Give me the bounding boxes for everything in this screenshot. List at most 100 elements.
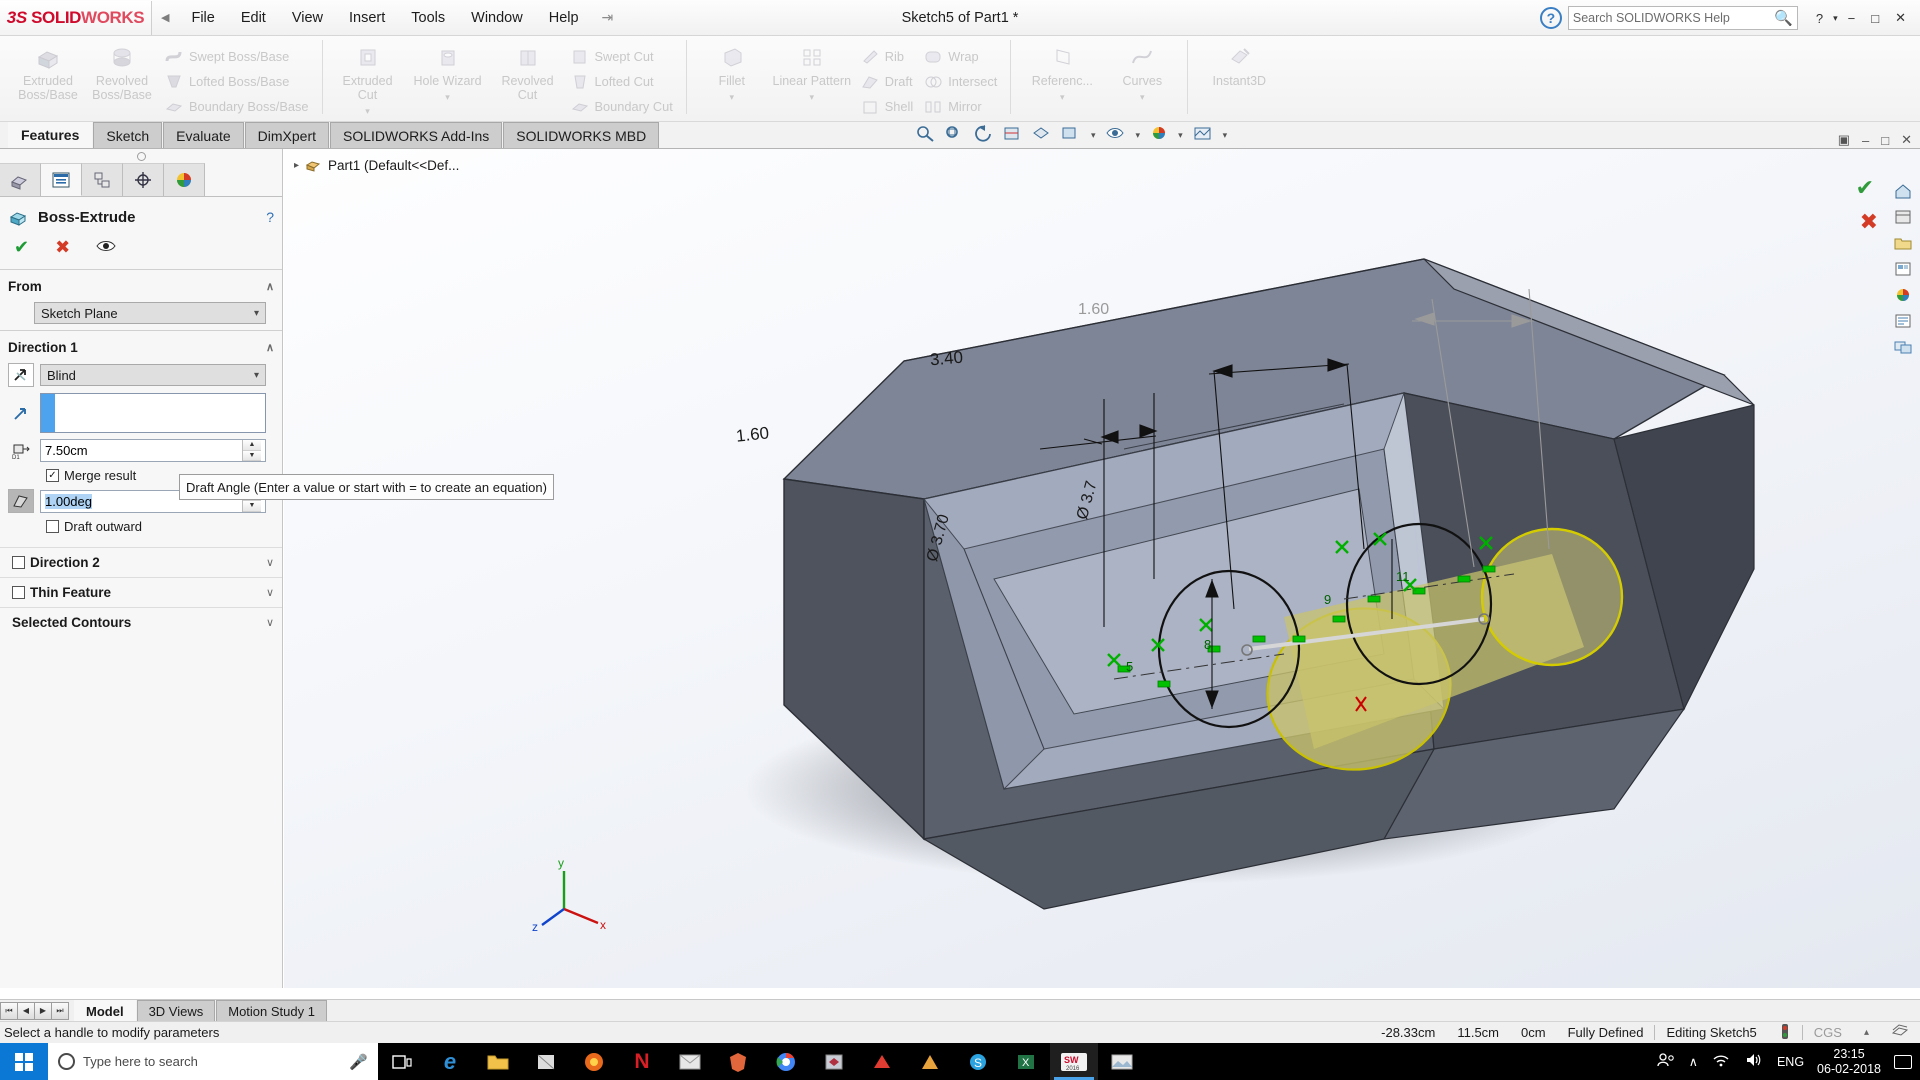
shell-button[interactable]: Shell [855, 94, 918, 119]
taskbar-search[interactable]: Type here to search 🎤 [48, 1043, 378, 1080]
home-icon[interactable] [1890, 179, 1916, 202]
appearances-scenes-icon[interactable] [1890, 283, 1916, 306]
units-label[interactable]: CGS [1803, 1025, 1853, 1040]
fillet-button[interactable]: Fillet ▾ [695, 38, 769, 104]
thin-feature-checkbox[interactable] [12, 586, 25, 599]
swept-cut-button[interactable]: Swept Cut [565, 44, 678, 69]
tab-sketch[interactable]: Sketch [93, 122, 162, 148]
tab-evaluate[interactable]: Evaluate [163, 122, 243, 148]
taskbar-app-photos-icon[interactable] [1098, 1043, 1146, 1080]
reverse-direction-button[interactable] [8, 363, 34, 387]
thin-feature-chevron-icon[interactable]: ∨ [266, 586, 274, 599]
property-help-icon[interactable]: ? [266, 209, 274, 225]
wrap-button[interactable]: Wrap [918, 44, 1002, 69]
dimxpert-manager-tab[interactable] [123, 163, 164, 196]
task-view-button[interactable] [378, 1043, 426, 1080]
section-selected-contours[interactable]: Selected Contours ∨ [0, 607, 282, 637]
maximize-window-icon[interactable]: □ [1881, 133, 1889, 148]
taskbar-app-mail-icon[interactable] [666, 1043, 714, 1080]
zoom-area-icon[interactable] [944, 124, 964, 147]
hole-wizard-caret-icon[interactable]: ▾ [445, 90, 450, 104]
next-tab-button[interactable]: ▶ [34, 1002, 52, 1020]
help-dropdown-icon[interactable]: ? [1808, 11, 1831, 26]
sketch-status-icon[interactable] [1768, 1023, 1802, 1043]
accept-button[interactable]: ✔ [14, 237, 29, 258]
3d-model-render[interactable]: 5 8 9 11 [284, 149, 1920, 988]
taskbar-app-netflix-icon[interactable]: N [618, 1043, 666, 1080]
taskbar-app-edge-icon[interactable]: e [426, 1043, 474, 1080]
wifi-icon[interactable] [1711, 1052, 1731, 1071]
depth-stepper[interactable]: ▲▼ [242, 440, 261, 461]
hide-show-caret-icon[interactable]: ▾ [1136, 130, 1141, 141]
taskbar-app-solidworks-active-icon[interactable]: SW2016 [1050, 1043, 1098, 1080]
view-palette-icon[interactable] [1890, 257, 1916, 280]
hole-wizard-button[interactable]: Hole Wizard ▾ [405, 38, 491, 104]
chevron-down-icon[interactable]: ▾ [254, 370, 259, 381]
custom-properties-icon[interactable] [1890, 309, 1916, 332]
panel-splitter[interactable] [0, 149, 282, 163]
taskbar-app-adobe-icon[interactable] [906, 1043, 954, 1080]
apply-scene-icon[interactable] [1192, 124, 1214, 147]
tray-chevron-icon[interactable]: ∧ [1689, 1054, 1698, 1069]
prev-tab-button[interactable]: ◀ [17, 1002, 35, 1020]
merge-result-checkbox[interactable]: ✓ [46, 469, 59, 482]
tab-model[interactable]: Model [74, 1000, 136, 1021]
fillet-caret-icon[interactable]: ▾ [730, 90, 735, 104]
close-window-icon[interactable]: ✕ [1901, 132, 1912, 148]
edit-appearance-icon[interactable] [1149, 124, 1169, 147]
curves-caret-icon[interactable]: ▾ [1140, 90, 1145, 104]
first-tab-button[interactable]: ⏮ [0, 1002, 18, 1020]
tab-features[interactable]: Features [8, 122, 92, 148]
help-search-box[interactable]: Search SOLIDWORKS Help 🔍 [1568, 6, 1798, 30]
tab-solidworks-mbd[interactable]: SOLIDWORKS MBD [503, 122, 659, 148]
help-caret-icon[interactable]: ▾ [1831, 13, 1840, 24]
stepper-down-icon[interactable]: ▼ [243, 451, 261, 462]
chevron-down-icon[interactable]: ▾ [254, 308, 259, 319]
instant3d-button[interactable]: Instant3D [1196, 38, 1282, 88]
taskbar-clock[interactable]: 23:15 06-02-2018 [1817, 1047, 1881, 1077]
tab-3d-views[interactable]: 3D Views [137, 1000, 216, 1021]
taskbar-app-chrome-icon[interactable] [762, 1043, 810, 1080]
lofted-boss-base-button[interactable]: Lofted Boss/Base [159, 69, 314, 94]
direction2-chevron-icon[interactable]: ∨ [266, 556, 274, 569]
direction-reference-input[interactable] [40, 393, 266, 433]
display-style-icon[interactable] [1060, 124, 1082, 147]
close-button[interactable]: ✕ [1887, 10, 1914, 26]
taskbar-app-excel-icon[interactable]: X [1002, 1043, 1050, 1080]
taskbar-search-input[interactable]: Type here to search [83, 1054, 198, 1069]
restore-window-icon[interactable]: ▣ [1838, 132, 1850, 148]
design-library-icon[interactable] [1890, 205, 1916, 228]
from-chevron-icon[interactable]: ∧ [266, 280, 274, 293]
feature-manager-tab[interactable] [0, 163, 41, 196]
direction2-checkbox[interactable] [12, 556, 25, 569]
draft-button[interactable]: Draft [855, 69, 918, 94]
lofted-cut-button[interactable]: Lofted Cut [565, 69, 678, 94]
help-search-input[interactable]: Search SOLIDWORKS Help [1573, 11, 1730, 25]
start-button[interactable] [0, 1043, 48, 1080]
taskbar-app-skype-icon[interactable]: S [954, 1043, 1002, 1080]
configuration-manager-tab[interactable] [82, 163, 123, 196]
boundary-boss-base-button[interactable]: Boundary Boss/Base [159, 94, 314, 119]
property-manager-tab[interactable] [41, 163, 82, 196]
taskbar-app-solidworks-viewer-icon[interactable] [810, 1043, 858, 1080]
microphone-icon[interactable]: 🎤 [349, 1053, 368, 1071]
people-icon[interactable] [1656, 1052, 1676, 1071]
draft-outward-checkbox[interactable] [46, 520, 59, 533]
extruded-boss-base-button[interactable]: Extruded Boss/Base [11, 38, 85, 102]
from-condition-select[interactable]: Sketch Plane ▾ [34, 302, 266, 324]
tab-dimxpert[interactable]: DimXpert [245, 122, 329, 148]
draft-outward-row[interactable]: Draft outward [0, 516, 282, 537]
appearance-caret-icon[interactable]: ▾ [1178, 130, 1183, 141]
solidworks-forum-icon[interactable] [1890, 335, 1916, 358]
extruded-cut-caret-icon[interactable]: ▾ [365, 104, 370, 118]
revolved-boss-base-button[interactable]: Revolved Boss/Base [85, 38, 159, 102]
section-view-icon[interactable] [1002, 124, 1022, 147]
curves-button[interactable]: Curves ▾ [1105, 38, 1179, 104]
hide-show-items-icon[interactable] [1105, 124, 1127, 147]
selected-contours-chevron-icon[interactable]: ∨ [266, 616, 274, 629]
scene-caret-icon[interactable]: ▾ [1223, 130, 1228, 141]
depth-input[interactable]: 7.50cm ▲▼ [40, 439, 266, 462]
cancel-button[interactable]: ✖ [55, 237, 70, 258]
mirror-button[interactable]: Mirror [918, 94, 1002, 119]
revolved-cut-button[interactable]: Revolved Cut [491, 38, 565, 102]
